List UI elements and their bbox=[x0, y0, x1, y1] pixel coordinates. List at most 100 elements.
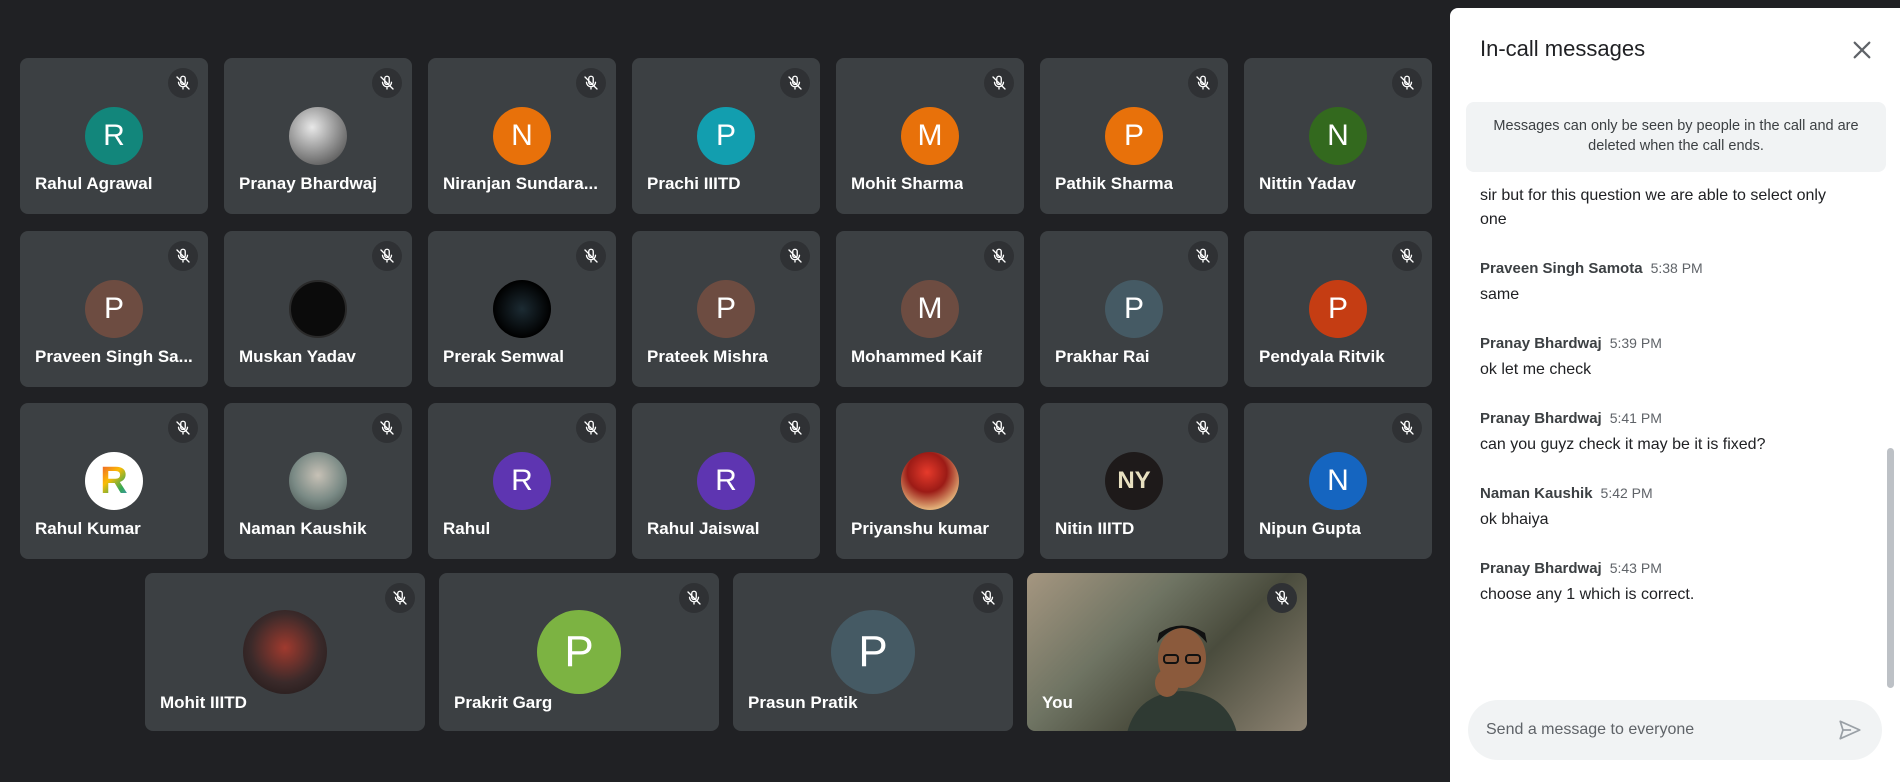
participant-name: Mohit Sharma bbox=[851, 174, 964, 193]
compose-box bbox=[1468, 700, 1882, 760]
mic-muted-icon bbox=[1400, 248, 1414, 263]
participant-tile[interactable]: R Rahul bbox=[428, 403, 616, 559]
mic-status bbox=[372, 413, 402, 443]
avatar: M bbox=[901, 280, 959, 338]
mic-status bbox=[168, 413, 198, 443]
mic-status bbox=[973, 583, 1003, 613]
participant-tile[interactable]: Muskan Yadav bbox=[224, 231, 412, 387]
message-sender: Pranay Bhardwaj bbox=[1480, 410, 1602, 427]
message-time: 5:42 PM bbox=[1600, 485, 1653, 501]
avatar: R bbox=[493, 452, 551, 510]
mic-status bbox=[780, 241, 810, 271]
participant-tile[interactable]: P Pendyala Ritvik bbox=[1244, 231, 1432, 387]
avatar: P bbox=[85, 280, 143, 338]
participant-tile[interactable]: Priyanshu kumar bbox=[836, 403, 1024, 559]
message-scrollbar[interactable] bbox=[1887, 448, 1894, 688]
mic-status bbox=[1392, 241, 1422, 271]
participant-tile[interactable]: M Mohammed Kaif bbox=[836, 231, 1024, 387]
participant-tile[interactable]: P Praveen Singh Sa... bbox=[20, 231, 208, 387]
avatar: N bbox=[493, 107, 551, 165]
mic-muted-icon bbox=[992, 420, 1006, 435]
message-sender: Pranay Bhardwaj bbox=[1480, 335, 1602, 352]
participant-tile[interactable]: M Mohit Sharma bbox=[836, 58, 1024, 214]
mic-muted-icon bbox=[380, 420, 394, 435]
avatar bbox=[289, 107, 347, 165]
participant-tile[interactable]: P Prasun Pratik bbox=[733, 573, 1013, 731]
participant-tile[interactable]: P Prakhar Rai bbox=[1040, 231, 1228, 387]
mic-muted-icon bbox=[788, 248, 802, 263]
participant-name: Naman Kaushik bbox=[239, 519, 367, 538]
message-sender: Naman Kaushik bbox=[1480, 485, 1593, 502]
close-icon bbox=[1853, 41, 1871, 59]
mic-status bbox=[168, 241, 198, 271]
participant-tile[interactable]: NY Nitin IIITD bbox=[1040, 403, 1228, 559]
participant-tile[interactable]: R Rahul Agrawal bbox=[20, 58, 208, 214]
message-item: Pranay Bhardwaj 5:39 PM ok let me check bbox=[1480, 335, 1852, 382]
avatar bbox=[243, 610, 327, 694]
participant-tile[interactable]: N Nittin Yadav bbox=[1244, 58, 1432, 214]
message-time: 5:38 PM bbox=[1650, 260, 1703, 276]
participant-name: You bbox=[1042, 693, 1073, 712]
participant-name: Prakhar Rai bbox=[1055, 347, 1150, 366]
participant-name: Muskan Yadav bbox=[239, 347, 356, 366]
mic-muted-icon bbox=[788, 420, 802, 435]
mic-muted-icon bbox=[992, 75, 1006, 90]
participant-name: Pendyala Ritvik bbox=[1259, 347, 1385, 366]
avatar: P bbox=[697, 280, 755, 338]
message-time: 5:39 PM bbox=[1609, 335, 1662, 351]
message-time: 5:43 PM bbox=[1609, 560, 1662, 576]
message-sender: Praveen Singh Samota bbox=[1480, 260, 1643, 277]
participant-tile[interactable]: P Prakrit Garg bbox=[439, 573, 719, 731]
participant-name: Mohammed Kaif bbox=[851, 347, 983, 366]
mic-status bbox=[168, 68, 198, 98]
mic-muted-icon bbox=[1196, 75, 1210, 90]
mic-status bbox=[984, 68, 1014, 98]
avatar: P bbox=[537, 610, 621, 694]
message-time: 5:41 PM bbox=[1609, 410, 1662, 426]
participant-tile[interactable]: Pranay Bhardwaj bbox=[224, 58, 412, 214]
mic-muted-icon bbox=[393, 590, 407, 605]
message-text: ok bhaiya bbox=[1480, 511, 1549, 528]
participant-name: Nipun Gupta bbox=[1259, 519, 1361, 538]
avatar: P bbox=[1309, 280, 1367, 338]
participant-tile[interactable]: R Rahul Kumar bbox=[20, 403, 208, 559]
participant-tile[interactable]: You bbox=[1027, 573, 1307, 731]
mic-status bbox=[576, 241, 606, 271]
mic-muted-icon bbox=[788, 75, 802, 90]
message-header: Naman Kaushik 5:42 PM bbox=[1480, 485, 1852, 502]
participant-tile[interactable]: P Prateek Mishra bbox=[632, 231, 820, 387]
participant-name: Praveen Singh Sa... bbox=[35, 347, 193, 366]
participant-tile[interactable]: N Nipun Gupta bbox=[1244, 403, 1432, 559]
participant-name: Rahul Kumar bbox=[35, 519, 141, 538]
participant-name: Rahul Agrawal bbox=[35, 174, 153, 193]
message-item: sir but for this question we are able to… bbox=[1480, 184, 1852, 232]
avatar: N bbox=[1309, 452, 1367, 510]
participant-tile[interactable]: P Prachi IIITD bbox=[632, 58, 820, 214]
mic-muted-icon bbox=[176, 248, 190, 263]
message-input[interactable] bbox=[1486, 714, 1816, 746]
participant-name: Prasun Pratik bbox=[748, 693, 858, 712]
participant-tile[interactable]: N Niranjan Sundara... bbox=[428, 58, 616, 214]
send-button[interactable] bbox=[1834, 714, 1866, 746]
participant-tile[interactable]: P Pathik Sharma bbox=[1040, 58, 1228, 214]
participant-name: Prerak Semwal bbox=[443, 347, 564, 366]
message-item: Pranay Bhardwaj 5:43 PM choose any 1 whic… bbox=[1480, 560, 1852, 607]
participant-name: Rahul bbox=[443, 519, 491, 538]
mic-muted-icon bbox=[992, 248, 1006, 263]
participant-tile[interactable]: R Rahul Jaiswal bbox=[632, 403, 820, 559]
message-header: Pranay Bhardwaj 5:41 PM bbox=[1480, 410, 1852, 427]
message-item: Pranay Bhardwaj 5:41 PM can you guyz check… bbox=[1480, 410, 1852, 457]
message-list[interactable]: sir but for this question we are able to… bbox=[1450, 184, 1882, 694]
participant-tile[interactable]: Naman Kaushik bbox=[224, 403, 412, 559]
participant-tile[interactable]: Prerak Semwal bbox=[428, 231, 616, 387]
mic-status bbox=[1392, 413, 1422, 443]
participant-name: Priyanshu kumar bbox=[851, 519, 989, 538]
message-header: Praveen Singh Samota 5:38 PM bbox=[1480, 260, 1852, 277]
avatar: P bbox=[1105, 280, 1163, 338]
mic-muted-icon bbox=[176, 420, 190, 435]
avatar: P bbox=[1105, 107, 1163, 165]
participant-name: Prakrit Garg bbox=[454, 693, 553, 712]
participant-tile[interactable]: Mohit IIITD bbox=[145, 573, 425, 731]
close-panel-button[interactable] bbox=[1844, 32, 1880, 68]
mic-status bbox=[1188, 241, 1218, 271]
